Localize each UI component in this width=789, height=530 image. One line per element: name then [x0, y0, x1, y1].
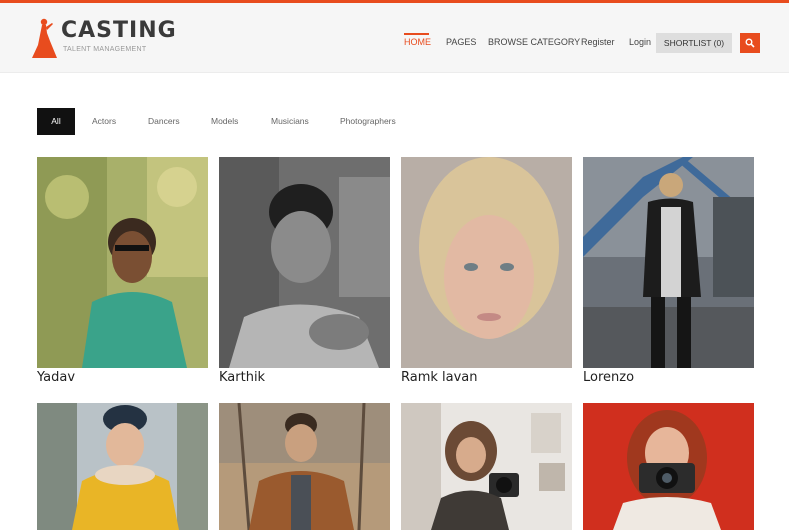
nav-active-indicator — [404, 33, 429, 35]
talent-photo[interactable] — [583, 403, 754, 530]
talent-photo[interactable] — [583, 157, 754, 368]
talent-photo[interactable] — [219, 157, 390, 368]
talent-photo[interactable] — [37, 157, 208, 368]
nav-pages[interactable]: PAGES — [446, 37, 476, 47]
shortlist-button[interactable]: SHORTLIST (0) — [656, 33, 732, 53]
filter-musicians[interactable]: Musicians — [271, 108, 309, 135]
talent-name[interactable]: Ramk lavan — [401, 370, 478, 385]
brand-title: CASTING — [61, 18, 177, 43]
search-icon — [745, 38, 755, 48]
talent-name[interactable]: Yadav — [37, 370, 75, 385]
filter-dancers[interactable]: Dancers — [148, 108, 180, 135]
filter-photographers[interactable]: Photographers — [340, 108, 396, 135]
talent-photo[interactable] — [37, 403, 208, 530]
site-logo[interactable]: CASTING TALENT MANAGEMENT — [30, 17, 176, 61]
nav-register[interactable]: Register — [581, 37, 615, 47]
logo-figure-icon — [32, 18, 57, 58]
talent-photo[interactable] — [401, 403, 572, 530]
nav-browse-category[interactable]: BROWSE CATEGORY — [488, 37, 580, 47]
search-button[interactable] — [740, 33, 760, 53]
nav-login[interactable]: Login — [629, 37, 651, 47]
nav-home[interactable]: HOME — [404, 37, 431, 47]
filter-all[interactable]: All — [37, 108, 75, 135]
talent-name[interactable]: Karthik — [219, 370, 265, 385]
talent-name[interactable]: Lorenzo — [583, 370, 634, 385]
brand-subtitle: TALENT MANAGEMENT — [63, 46, 147, 53]
talent-photo[interactable] — [401, 157, 572, 368]
filter-actors[interactable]: Actors — [92, 108, 116, 135]
talent-photo[interactable] — [219, 403, 390, 530]
filter-models[interactable]: Models — [211, 108, 238, 135]
